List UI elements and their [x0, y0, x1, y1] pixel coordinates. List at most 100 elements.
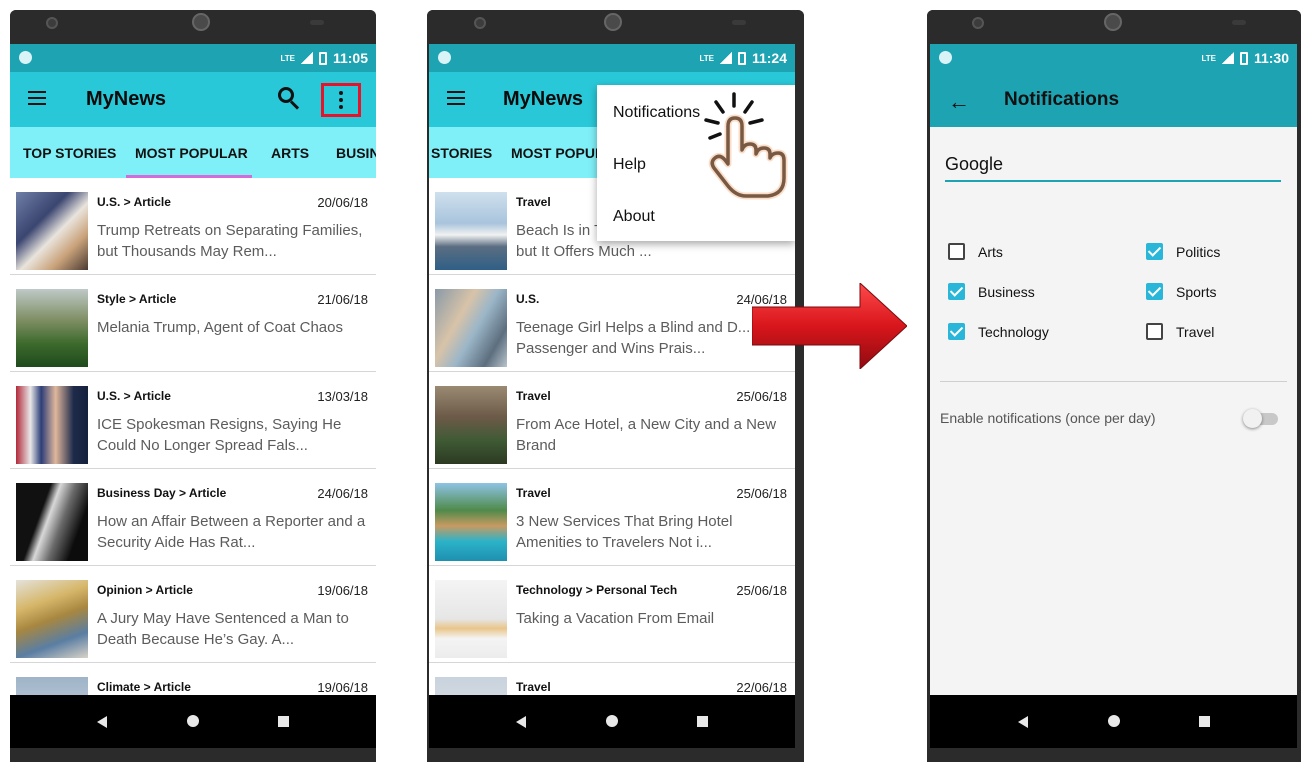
checkbox-business[interactable]	[948, 283, 965, 300]
list-item[interactable]: Business Day > Article 24/06/18 How an A…	[10, 469, 376, 566]
search-icon[interactable]	[278, 87, 300, 111]
status-indicators: LTE 11:05	[280, 50, 368, 66]
article-thumbnail	[435, 677, 507, 695]
phone-2: LTE 11:24 MyNews STORIES MOST POPUL Trav…	[427, 10, 804, 762]
tab-top-stories[interactable]: TOP STORIES	[23, 145, 116, 161]
tap-hand-icon	[704, 92, 788, 200]
phone-3: LTE 11:30 ← Notifications Google Arts Po…	[927, 10, 1301, 762]
article-section: Travel	[516, 486, 551, 500]
article-date: 25/06/18	[736, 389, 787, 404]
checkbox-sports[interactable]	[1146, 283, 1163, 300]
notification-switch[interactable]	[1243, 409, 1262, 428]
speaker-icon	[604, 13, 622, 31]
article-thumbnail	[435, 483, 507, 561]
system-nav-bar	[10, 695, 376, 748]
camera-icon	[46, 17, 58, 29]
divider	[940, 381, 1287, 382]
checkbox-politics[interactable]	[1146, 243, 1163, 260]
checkbox-label: Business	[978, 284, 1035, 300]
article-thumbnail	[16, 386, 88, 464]
tab-most-popular[interactable]: MOST POPUL	[511, 145, 604, 161]
article-section: Travel	[516, 389, 551, 403]
article-title: 3 New Services That Bring Hotel Amenitie…	[516, 513, 733, 551]
camera-icon	[972, 17, 984, 29]
hamburger-icon[interactable]	[28, 91, 46, 105]
status-time: 11:05	[332, 50, 368, 66]
article-section: Climate > Article	[97, 680, 191, 694]
article-section: U.S. > Article	[97, 389, 171, 403]
menu-item-notifications[interactable]: Notifications	[613, 104, 700, 122]
checkbox-label: Arts	[978, 244, 1003, 260]
list-item[interactable]: Travel 25/06/18 3 New Services That Brin…	[429, 469, 795, 566]
list-item[interactable]: Travel 22/06/18	[429, 663, 795, 695]
speaker-icon	[192, 13, 210, 31]
article-thumbnail	[16, 192, 88, 270]
article-date: 22/06/18	[736, 680, 787, 695]
screen-notifications: LTE 11:30 ← Notifications Google Arts Po…	[930, 44, 1297, 695]
nav-recents-icon[interactable]	[697, 716, 708, 727]
article-section: U.S.	[516, 292, 540, 306]
nav-back-icon[interactable]	[97, 716, 107, 728]
list-item[interactable]: Style > Article 21/06/18 Melania Trump, …	[10, 275, 376, 372]
phone-bezel	[10, 10, 376, 44]
hamburger-icon[interactable]	[447, 91, 465, 105]
checkbox-technology[interactable]	[948, 323, 965, 340]
menu-item-about[interactable]: About	[613, 208, 655, 226]
system-nav-bar	[429, 695, 795, 748]
app-title: MyNews	[86, 88, 167, 110]
tab-top-stories[interactable]: STORIES	[431, 145, 492, 161]
sensor-icon	[1232, 20, 1246, 25]
battery-icon	[318, 51, 327, 65]
article-thumbnail	[435, 289, 507, 367]
tab-arts[interactable]: ARTS	[271, 145, 309, 161]
list-item[interactable]: Travel 25/06/18 From Ace Hotel, a New Ci…	[429, 372, 795, 469]
status-bar: LTE 11:05	[10, 44, 376, 72]
tab-business[interactable]: BUSIN	[336, 145, 376, 161]
menu-item-help[interactable]: Help	[613, 156, 646, 174]
article-thumbnail	[16, 677, 88, 695]
phone-bezel	[427, 10, 804, 44]
camera-icon	[474, 17, 486, 29]
article-section: Style > Article	[97, 292, 177, 306]
nav-home-icon[interactable]	[187, 715, 199, 727]
checkbox-travel[interactable]	[1146, 323, 1163, 340]
nav-recents-icon[interactable]	[278, 716, 289, 727]
checkbox-label: Politics	[1176, 244, 1221, 260]
list-item[interactable]: Technology > Personal Tech 25/06/18 Taki…	[429, 566, 795, 663]
app-bar: ← Notifications	[930, 72, 1297, 127]
article-date: 20/06/18	[317, 195, 368, 210]
status-bar: LTE 11:24	[429, 44, 795, 72]
article-list: Travel Beach Is in This California Town'…	[429, 178, 795, 695]
nav-back-icon[interactable]	[516, 716, 526, 728]
nav-home-icon[interactable]	[1108, 715, 1120, 727]
tab-most-popular[interactable]: MOST POPULAR	[135, 145, 248, 161]
article-title: Melania Trump, Agent of Coat Chaos	[97, 319, 343, 336]
nav-back-icon[interactable]	[1018, 716, 1028, 728]
checkbox-label: Travel	[1176, 324, 1215, 340]
article-title: ICE Spokesman Resigns, Saying He Could N…	[97, 416, 342, 454]
list-item[interactable]: U.S. > Article 13/03/18 ICE Spokesman Re…	[10, 372, 376, 469]
more-vert-icon[interactable]	[321, 83, 361, 117]
tab-bar: TOP STORIES MOST POPULAR ARTS BUSIN	[10, 127, 376, 178]
list-item[interactable]: Climate > Article 19/06/18	[10, 663, 376, 695]
list-item[interactable]: U.S. 24/06/18 Teenage Girl Helps a Blind…	[429, 275, 795, 372]
checkbox-label: Technology	[978, 324, 1049, 340]
article-section: Opinion > Article	[97, 583, 193, 597]
signal-icon	[300, 52, 313, 64]
list-item[interactable]: U.S. > Article 20/06/18 Trump Retreats o…	[10, 178, 376, 275]
back-arrow-icon[interactable]: ←	[948, 89, 970, 115]
article-section: Business Day > Article	[97, 486, 227, 500]
nav-home-icon[interactable]	[606, 715, 618, 727]
checkbox-arts[interactable]	[948, 243, 965, 260]
article-section: Travel	[516, 195, 551, 209]
phone-1: LTE 11:05 MyNews TOP STORIES MOST POPULA	[10, 10, 376, 762]
list-item[interactable]: Opinion > Article 19/06/18 A Jury May Ha…	[10, 566, 376, 663]
notification-dot-icon	[19, 51, 32, 64]
article-title: How an Affair Between a Reporter and a S…	[97, 513, 366, 551]
article-date: 24/06/18	[317, 486, 368, 501]
nav-recents-icon[interactable]	[1199, 716, 1210, 727]
status-indicators: LTE 11:24	[699, 50, 787, 66]
article-date: 13/03/18	[317, 389, 368, 404]
search-query-field[interactable]: Google	[945, 148, 1281, 182]
app-bar: MyNews	[10, 72, 376, 127]
